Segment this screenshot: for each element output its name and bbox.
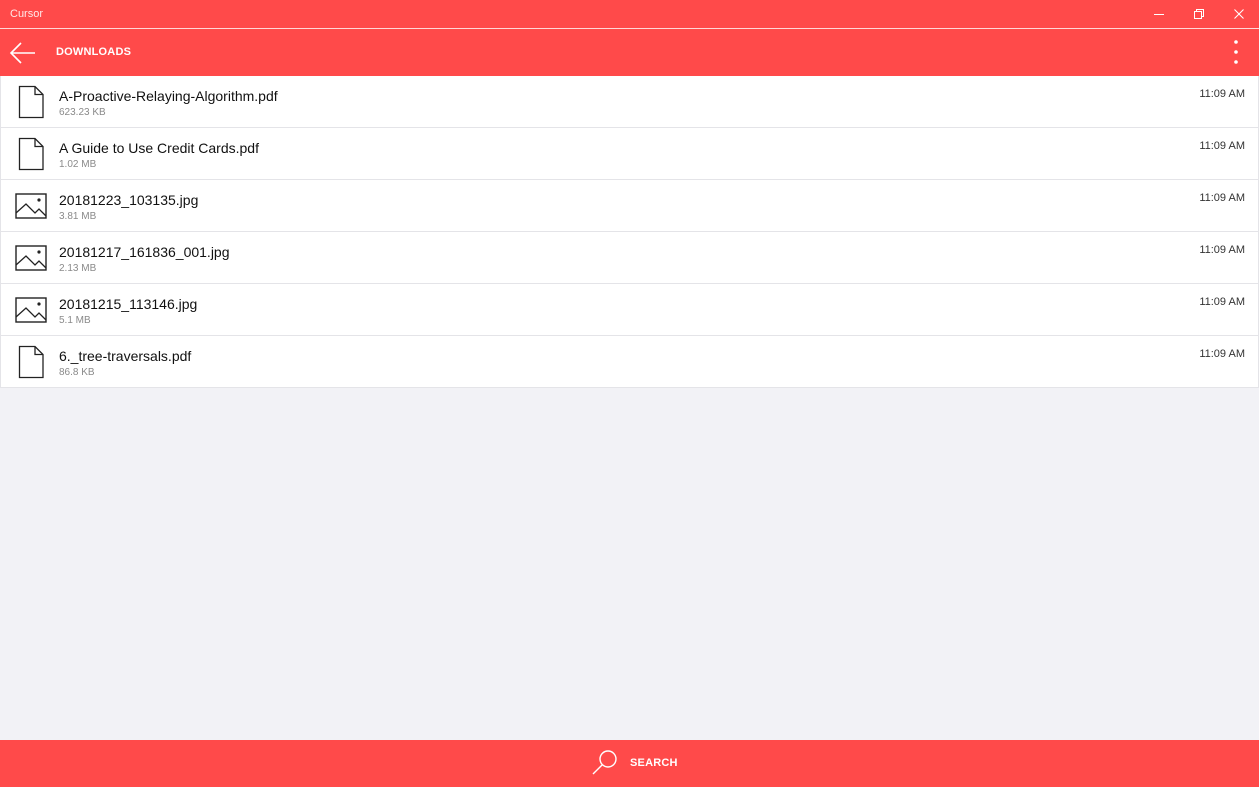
file-size: 623.23 KB [59, 107, 106, 118]
file-row[interactable]: 20181223_103135.jpg 3.81 MB 11:09 AM [0, 180, 1259, 232]
search-button[interactable]: SEARCH [590, 746, 690, 780]
file-name: 20181217_161836_001.jpg [59, 244, 230, 260]
search-label: SEARCH [630, 757, 678, 769]
file-name: A Guide to Use Credit Cards.pdf [59, 140, 259, 156]
app-header: DOWNLOADS [0, 29, 1259, 76]
window-title: Cursor [10, 8, 44, 20]
file-size: 5.1 MB [59, 315, 91, 326]
file-name: 20181223_103135.jpg [59, 192, 199, 208]
search-icon [592, 750, 617, 775]
file-name: A-Proactive-Relaying-Algorithm.pdf [59, 88, 278, 104]
minimize-icon [1154, 14, 1164, 15]
close-button[interactable] [1219, 0, 1259, 28]
file-time: 11:09 AM [1199, 88, 1245, 100]
file-time: 11:09 AM [1199, 140, 1245, 152]
app-window: Cursor DOWNLOADS A-Proactive-Relaying-Al… [0, 0, 1259, 787]
close-icon [1234, 9, 1244, 19]
restore-icon [1194, 9, 1204, 19]
restore-button[interactable] [1179, 0, 1219, 28]
page-title: DOWNLOADS [56, 46, 132, 58]
file-list: A-Proactive-Relaying-Algorithm.pdf 623.2… [0, 76, 1259, 388]
file-row[interactable]: A Guide to Use Credit Cards.pdf 1.02 MB … [0, 128, 1259, 180]
document-icon [15, 137, 47, 171]
file-size: 86.8 KB [59, 367, 95, 378]
document-icon [15, 345, 47, 379]
bottom-app-bar: SEARCH [0, 740, 1259, 787]
image-icon [15, 293, 47, 327]
more-options-button[interactable] [1222, 37, 1250, 67]
minimize-button[interactable] [1139, 0, 1179, 28]
document-icon [15, 85, 47, 119]
file-time: 11:09 AM [1199, 244, 1245, 256]
file-row[interactable]: 6._tree-traversals.pdf 86.8 KB 11:09 AM [0, 336, 1259, 388]
file-row[interactable]: 20181215_113146.jpg 5.1 MB 11:09 AM [0, 284, 1259, 336]
back-arrow-icon [9, 42, 35, 64]
file-row[interactable]: A-Proactive-Relaying-Algorithm.pdf 623.2… [0, 76, 1259, 128]
image-icon [15, 189, 47, 223]
file-size: 1.02 MB [59, 159, 97, 170]
more-vertical-icon [1234, 40, 1238, 64]
back-button[interactable] [6, 36, 40, 70]
file-size: 2.13 MB [59, 263, 97, 274]
file-time: 11:09 AM [1199, 296, 1245, 308]
image-icon [15, 241, 47, 275]
file-time: 11:09 AM [1199, 192, 1245, 204]
file-size: 3.81 MB [59, 211, 97, 222]
title-bar: Cursor [0, 0, 1259, 28]
file-name: 6._tree-traversals.pdf [59, 348, 192, 364]
file-time: 11:09 AM [1199, 348, 1245, 360]
file-row[interactable]: 20181217_161836_001.jpg 2.13 MB 11:09 AM [0, 232, 1259, 284]
file-name: 20181215_113146.jpg [59, 296, 198, 312]
